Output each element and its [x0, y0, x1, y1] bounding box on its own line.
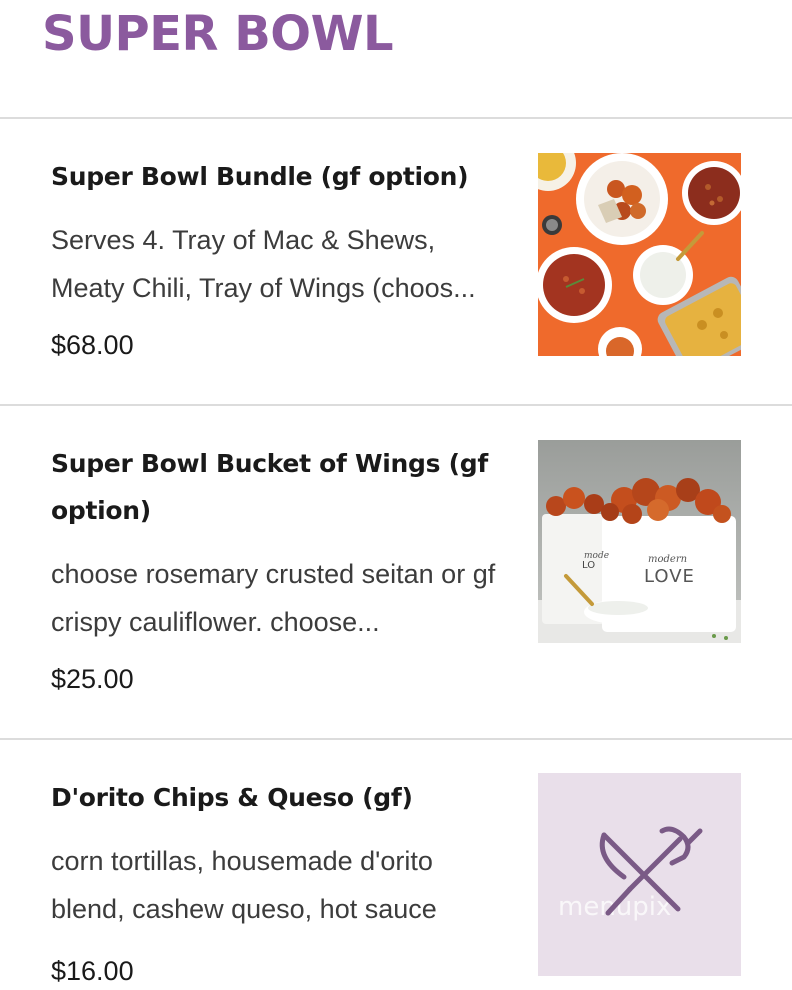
item-description: choose rosemary crusted seitan or gf cri…	[51, 559, 496, 637]
menu-item[interactable]: Super Bowl Bucket of Wings (gf option) c…	[0, 406, 792, 738]
item-price: $68.00	[51, 330, 134, 360]
item-description: corn tortillas, housemade d'orito blend,…	[51, 846, 437, 924]
item-name: D'orito Chips & Queso (gf)	[51, 783, 413, 812]
menu-item[interactable]: D'orito Chips & Queso (gf) corn tortilla…	[0, 740, 792, 990]
item-price: $16.00	[51, 956, 134, 986]
item-name: Super Bowl Bucket of Wings (gf option)	[51, 449, 488, 525]
item-placeholder-image[interactable]: menupix	[538, 773, 741, 976]
bucket-brand-text: LO	[582, 560, 595, 571]
bucket-brand-text: LOVE	[644, 566, 695, 587]
item-photo[interactable]: mode LO modern LOVE	[538, 440, 741, 643]
bucket-brand-text: modern	[648, 554, 687, 565]
menu-item[interactable]: Super Bowl Bundle (gf option) Serves 4. …	[0, 119, 792, 404]
section-title: SUPER BOWL	[42, 6, 394, 62]
item-price: $25.00	[51, 664, 134, 694]
item-photo[interactable]	[538, 153, 741, 356]
item-name: Super Bowl Bundle (gf option)	[51, 162, 469, 191]
item-description: Serves 4. Tray of Mac & Shews, Meaty Chi…	[51, 225, 476, 303]
